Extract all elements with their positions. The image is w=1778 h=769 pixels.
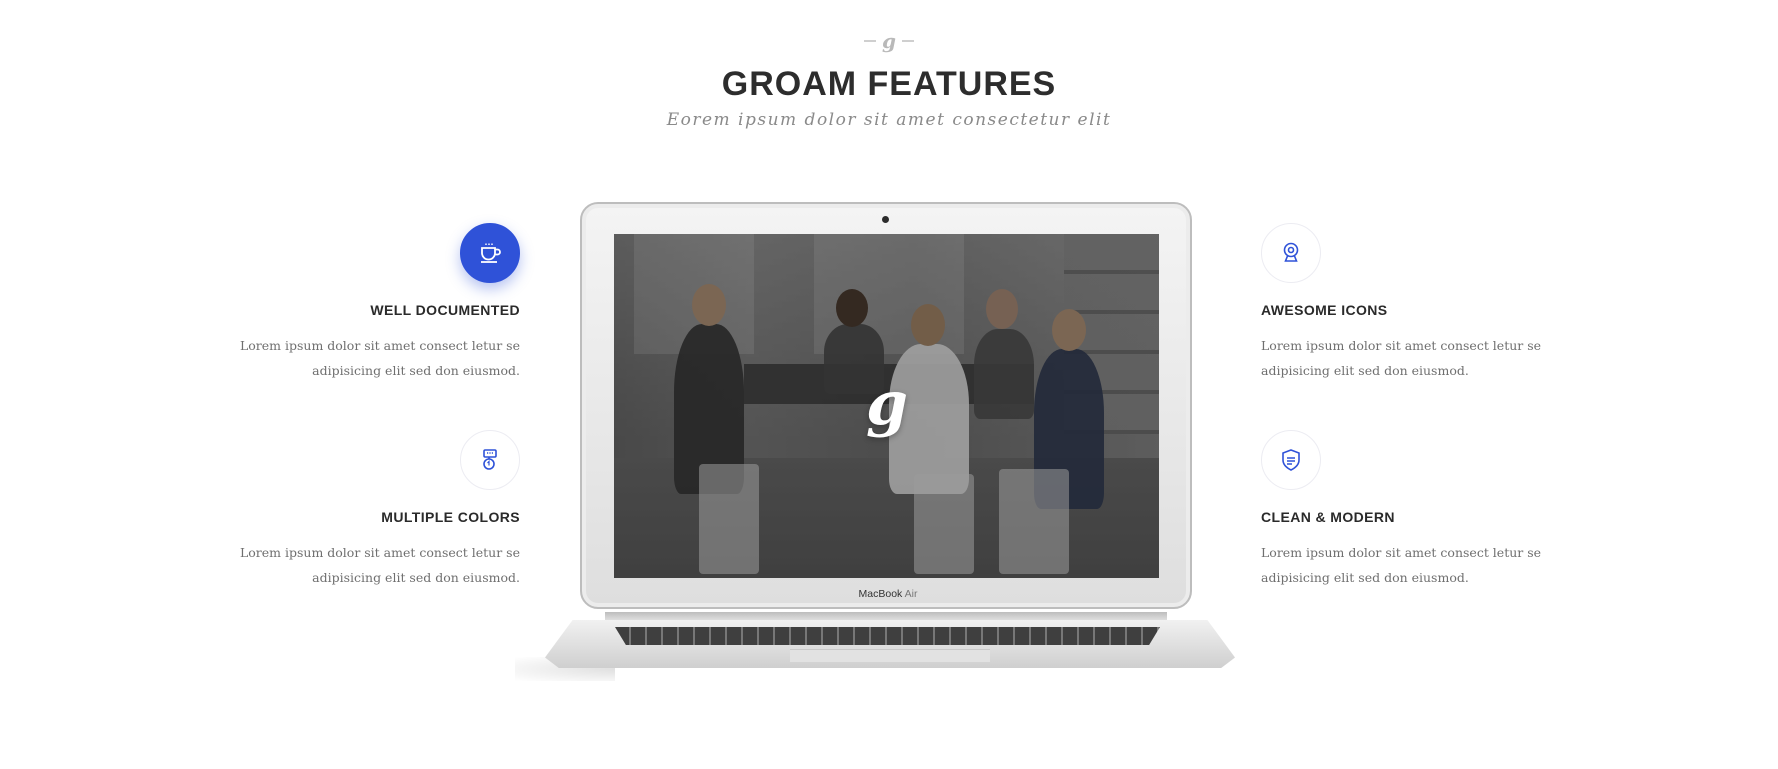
logo-letter: g	[882, 29, 896, 53]
brand-main: MacBook	[858, 588, 903, 600]
laptop-keyboard	[615, 627, 1160, 645]
screen-logo: g	[866, 369, 908, 439]
feature-description: Lorem ipsum dolor sit amet consect letur…	[1261, 540, 1561, 590]
feature-title: MULTIPLE COLORS	[381, 509, 520, 525]
feature-description: Lorem ipsum dolor sit amet consect letur…	[220, 333, 520, 383]
feature-description-line: adipisicing elit sed don eiusmod.	[312, 363, 520, 378]
feature-icon-button[interactable]	[460, 430, 520, 490]
feature-icon-button[interactable]	[460, 223, 520, 283]
logo-dash-left	[864, 40, 876, 42]
feature-description-line: Lorem ipsum dolor sit amet consect letur…	[1261, 338, 1542, 353]
feature-awesome-icons: AWESOME ICONS Lorem ipsum dolor sit amet…	[1261, 223, 1561, 383]
feature-icon-button[interactable]	[1261, 223, 1321, 283]
feature-description-line: adipisicing elit sed don eiusmod.	[1261, 363, 1469, 378]
section-title: GROAM FEATURES	[721, 65, 1057, 103]
laptop-screen: g	[614, 234, 1159, 578]
badge-icon	[483, 449, 497, 470]
feature-well-documented: WELL DOCUMENTED Lorem ipsum dolor sit am…	[220, 223, 520, 383]
feature-clean-modern: CLEAN & MODERN Lorem ipsum dolor sit ame…	[1261, 430, 1561, 590]
features-section: g GROAM FEATURES Eorem ipsum dolor sit a…	[0, 0, 1778, 769]
laptop-brand-label: MacBook Air	[582, 588, 1194, 600]
laptop-mockup: g MacBook Air	[515, 202, 1235, 682]
feature-description-line: adipisicing elit sed don eiusmod.	[312, 570, 520, 585]
webcam-icon	[1283, 242, 1299, 262]
laptop-lid: g MacBook Air	[580, 202, 1192, 609]
logo-dash-right	[901, 40, 914, 42]
feature-description: Lorem ipsum dolor sit amet consect letur…	[220, 540, 520, 590]
laptop-trackpad	[790, 649, 990, 662]
section-header: g GROAM FEATURES Eorem ipsum dolor sit a…	[0, 28, 1778, 132]
section-logo: g	[864, 28, 914, 54]
brand-light: Air	[904, 588, 918, 600]
feature-icon-button[interactable]	[1261, 430, 1321, 490]
feature-title: CLEAN & MODERN	[1261, 509, 1395, 525]
section-subtitle: Eorem ipsum dolor sit amet consectetur e…	[666, 110, 1112, 130]
feature-multiple-colors: MULTIPLE COLORS Lorem ipsum dolor sit am…	[220, 430, 520, 590]
feature-description-line: Lorem ipsum dolor sit amet consect letur…	[1261, 545, 1542, 560]
feature-description-line: adipisicing elit sed don eiusmod.	[1261, 570, 1469, 585]
feature-title: AWESOME ICONS	[1261, 302, 1388, 318]
feature-description-line: Lorem ipsum dolor sit amet consect letur…	[239, 545, 520, 560]
cup-icon	[481, 243, 501, 263]
feature-title: WELL DOCUMENTED	[370, 302, 520, 318]
feature-description: Lorem ipsum dolor sit amet consect letur…	[1261, 333, 1561, 383]
laptop-camera	[882, 216, 889, 223]
shield-icon	[1282, 449, 1300, 471]
feature-description-line: Lorem ipsum dolor sit amet consect letur…	[239, 338, 520, 353]
